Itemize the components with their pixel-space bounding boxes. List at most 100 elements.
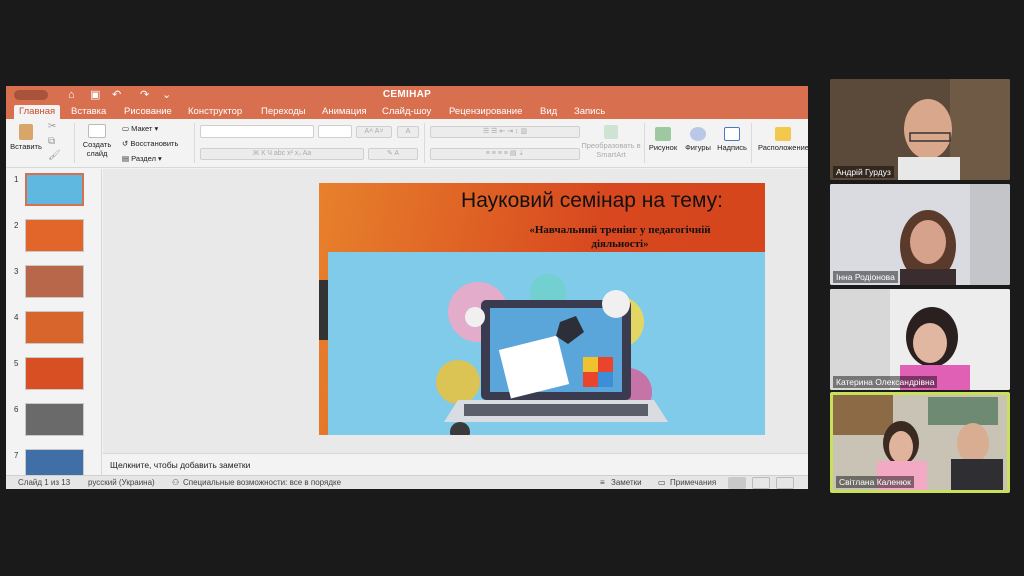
- shapes-icon: [690, 127, 706, 141]
- participant-name: Андрій Гурдуз: [833, 166, 894, 178]
- reset-label: Восстановить: [130, 139, 179, 148]
- tab-draw[interactable]: Рисование: [119, 105, 177, 119]
- ribbon-divider: [194, 123, 195, 163]
- paste-button[interactable]: Вставить: [9, 124, 43, 151]
- participant-video: [830, 184, 1010, 285]
- layout-button[interactable]: ▭ Макет ▾: [122, 124, 158, 133]
- clipboard-icon: [19, 124, 33, 140]
- layout-label: Макет: [131, 124, 153, 133]
- new-slide-label: Создать слайд: [82, 140, 112, 158]
- slide-thumbnail-4[interactable]: [25, 311, 84, 344]
- powerpoint-window: ⌂ ▣ ↶ ↷ ⌄ СЕМІНАР Главная Вставка Рисова…: [6, 86, 808, 489]
- notes-pane[interactable]: Щелкните, чтобы добавить заметки: [103, 453, 808, 475]
- participant-tile-active-speaker[interactable]: Світлана Каленюк: [830, 392, 1010, 493]
- format-painter-icon[interactable]: 🖌: [48, 151, 61, 161]
- font-family-select[interactable]: [200, 125, 314, 138]
- slide-thumbnail-6[interactable]: [25, 403, 84, 436]
- ribbon-divider: [751, 123, 752, 163]
- thumbnail-number: 3: [14, 267, 19, 276]
- participant-tile[interactable]: Андрій Гурдуз: [830, 79, 1010, 180]
- arrange-button[interactable]: Расположение: [758, 127, 808, 152]
- copy-icon[interactable]: ⧉: [48, 137, 55, 147]
- text-box-button[interactable]: Надпись: [716, 127, 748, 152]
- current-slide[interactable]: Науковий семінар на тему: «Навчальний тр…: [319, 183, 765, 435]
- tab-slideshow[interactable]: Слайд-шоу: [377, 105, 436, 119]
- participant-name: Інна Родіонова: [833, 271, 898, 283]
- convert-smartart-button[interactable]: Преобразовать в SmartArt: [580, 125, 642, 159]
- thumbnail-number: 1: [14, 175, 19, 184]
- picture-label: Рисунок: [648, 143, 678, 152]
- slideshow-button[interactable]: [800, 477, 808, 489]
- cut-icon[interactable]: ✂: [48, 122, 56, 132]
- comments-icon[interactable]: ▭: [658, 478, 666, 488]
- title-bar: ⌂ ▣ ↶ ↷ ⌄ СЕМІНАР: [6, 86, 808, 104]
- participant-video: [830, 289, 1010, 390]
- tab-view[interactable]: Вид: [535, 105, 562, 119]
- slide-subtitle[interactable]: «Навчальний тренінг у педагогічній діяль…: [505, 223, 735, 251]
- section-label: Раздел: [131, 154, 156, 163]
- participant-tile[interactable]: Катерина Олександрівна: [830, 289, 1010, 390]
- slide-illustration[interactable]: [328, 252, 765, 435]
- paragraph-list-buttons[interactable]: ☰ ☰ ⇤ ⇥ ↕ ▥: [430, 126, 580, 138]
- comments-button[interactable]: Примечания: [670, 478, 716, 488]
- slide-title[interactable]: Науковий семінар на тему:: [427, 188, 757, 214]
- tab-transitions[interactable]: Переходы: [256, 105, 311, 119]
- convert-smartart-label: Преобразовать в SmartArt: [581, 141, 641, 159]
- laptop-illustration: [436, 274, 668, 435]
- tab-animations[interactable]: Анимация: [317, 105, 372, 119]
- accessibility-icon[interactable]: ⚇: [172, 478, 179, 488]
- ribbon-divider: [424, 123, 425, 163]
- slide-thumbnail-1[interactable]: [25, 173, 84, 206]
- shapes-label: Фигуры: [685, 143, 711, 152]
- normal-view-button[interactable]: [728, 477, 746, 489]
- notes-button[interactable]: Заметки: [611, 478, 642, 488]
- tab-insert[interactable]: Вставка: [66, 105, 111, 119]
- thumbnail-number: 5: [14, 359, 19, 368]
- arrange-icon: [775, 127, 791, 141]
- arrange-label: Расположение: [758, 143, 808, 152]
- slide-thumbnail-3[interactable]: [25, 265, 84, 298]
- font-size-buttons[interactable]: A˄ A˅: [356, 126, 392, 138]
- ribbon-toolbar: Вставить ✂ ⧉ 🖌 Создать слайд ▭ Макет ▾ ↺…: [6, 119, 808, 168]
- window-title: СЕМІНАР: [382, 89, 432, 100]
- paste-label: Вставить: [10, 142, 42, 151]
- participant-name: Світлана Каленюк: [836, 476, 914, 488]
- slide-thumbnail-5[interactable]: [25, 357, 84, 390]
- new-slide-button[interactable]: Создать слайд: [79, 124, 115, 158]
- smartart-icon: [604, 125, 618, 139]
- participant-video: [830, 79, 1010, 180]
- reading-view-button[interactable]: [776, 477, 794, 489]
- paragraph-align-buttons[interactable]: ≡ ≡ ≡ ≡ ▤ ⇣: [430, 148, 580, 160]
- status-bar: Слайд 1 из 13 русский (Украина) ⚇ Специа…: [6, 475, 808, 489]
- sorter-view-button[interactable]: [752, 477, 770, 489]
- text-color-buttons[interactable]: ✎ A: [368, 148, 418, 160]
- tab-record[interactable]: Запись: [569, 105, 610, 119]
- ribbon-tabs: Главная Вставка Рисование Конструктор Пе…: [6, 104, 808, 119]
- font-size-select[interactable]: [318, 125, 352, 138]
- thumbnail-number: 2: [14, 221, 19, 230]
- tab-design[interactable]: Конструктор: [183, 105, 247, 119]
- picture-button[interactable]: Рисунок: [647, 127, 679, 152]
- shapes-button[interactable]: Фигуры: [682, 127, 714, 152]
- ribbon-divider: [74, 123, 75, 163]
- new-slide-icon: [88, 124, 106, 138]
- tab-home[interactable]: Главная: [14, 105, 61, 119]
- text-format-buttons[interactable]: Ж К Ч abc x² x₂ Aa: [200, 148, 364, 160]
- clear-format-button[interactable]: A: [397, 126, 419, 138]
- thumbnail-number: 7: [14, 451, 19, 460]
- notes-placeholder: Щелкните, чтобы добавить заметки: [110, 460, 251, 470]
- section-button[interactable]: ▤ Раздел ▾: [122, 154, 162, 163]
- participant-name: Катерина Олександрівна: [833, 376, 938, 388]
- slide-canvas: Науковий семінар на тему: «Навчальний тр…: [103, 169, 808, 453]
- participant-tile[interactable]: Інна Родіонова: [830, 184, 1010, 285]
- accessibility-status[interactable]: Специальные возможности: все в порядке: [183, 478, 341, 488]
- slide-thumbnail-2[interactable]: [25, 219, 84, 252]
- notes-icon[interactable]: ≡: [600, 478, 605, 488]
- text-box-label: Надпись: [717, 143, 747, 152]
- tab-review[interactable]: Рецензирование: [444, 105, 527, 119]
- language-indicator[interactable]: русский (Украина): [88, 478, 155, 488]
- thumbnail-number: 6: [14, 405, 19, 414]
- thumbnail-number: 4: [14, 313, 19, 322]
- reset-button[interactable]: ↺ Восстановить: [122, 139, 178, 148]
- slide-thumbnail-pane: 1 2 3 4 5 6 7: [6, 169, 102, 482]
